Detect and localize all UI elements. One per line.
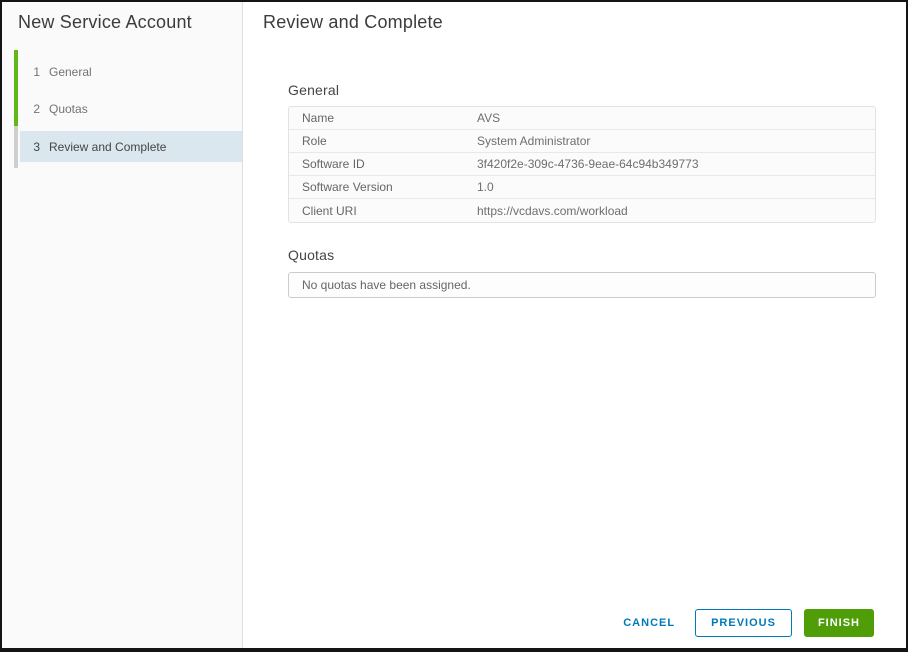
previous-button[interactable]: PREVIOUS	[695, 609, 792, 637]
wizard-title: New Service Account	[18, 12, 192, 33]
step-number: 3	[30, 140, 40, 154]
step-label: Review and Complete	[49, 140, 166, 154]
quotas-empty-box: No quotas have been assigned.	[288, 272, 876, 298]
row-value: https://vcdavs.com/workload	[477, 204, 875, 218]
sidebar-step-review-and-complete[interactable]: 3 Review and Complete	[20, 131, 242, 162]
page-title: Review and Complete	[263, 12, 443, 33]
step-label: General	[49, 65, 92, 79]
row-label: Role	[289, 134, 477, 148]
wizard-footer: CANCEL PREVIOUS FINISH	[619, 609, 874, 637]
finish-button[interactable]: FINISH	[804, 609, 874, 637]
sidebar-step-quotas[interactable]: 2 Quotas	[2, 100, 242, 118]
wizard-sidebar: New Service Account 1 General 2 Quotas 3…	[2, 2, 243, 648]
step-number: 1	[30, 65, 40, 79]
row-value: AVS	[477, 111, 875, 125]
quotas-section: Quotas No quotas have been assigned.	[288, 247, 876, 298]
step-progress-bar-current	[14, 126, 18, 168]
new-service-account-dialog: New Service Account 1 General 2 Quotas 3…	[0, 0, 908, 652]
row-label: Client URI	[289, 204, 477, 218]
table-row: Software Version 1.0	[289, 176, 875, 199]
general-section: General Name AVS Role System Administrat…	[288, 82, 876, 223]
row-value: System Administrator	[477, 134, 875, 148]
step-number: 2	[30, 102, 40, 116]
table-row: Software ID 3f420f2e-309c-4736-9eae-64c9…	[289, 153, 875, 176]
row-label: Name	[289, 111, 477, 125]
sidebar-step-general[interactable]: 1 General	[2, 63, 242, 81]
row-value: 1.0	[477, 180, 875, 194]
quotas-section-heading: Quotas	[288, 247, 876, 263]
general-review-table: Name AVS Role System Administrator Softw…	[288, 106, 876, 223]
table-row: Role System Administrator	[289, 130, 875, 153]
table-row: Client URI https://vcdavs.com/workload	[289, 199, 875, 222]
table-row: Name AVS	[289, 107, 875, 130]
row-label: Software Version	[289, 180, 477, 194]
quotas-empty-message: No quotas have been assigned.	[302, 278, 471, 292]
main-panel: Review and Complete General Name AVS Rol…	[243, 2, 906, 648]
row-value: 3f420f2e-309c-4736-9eae-64c94b349773	[477, 157, 875, 171]
row-label: Software ID	[289, 157, 477, 171]
cancel-button[interactable]: CANCEL	[619, 611, 679, 635]
general-section-heading: General	[288, 82, 876, 98]
step-label: Quotas	[49, 102, 88, 116]
